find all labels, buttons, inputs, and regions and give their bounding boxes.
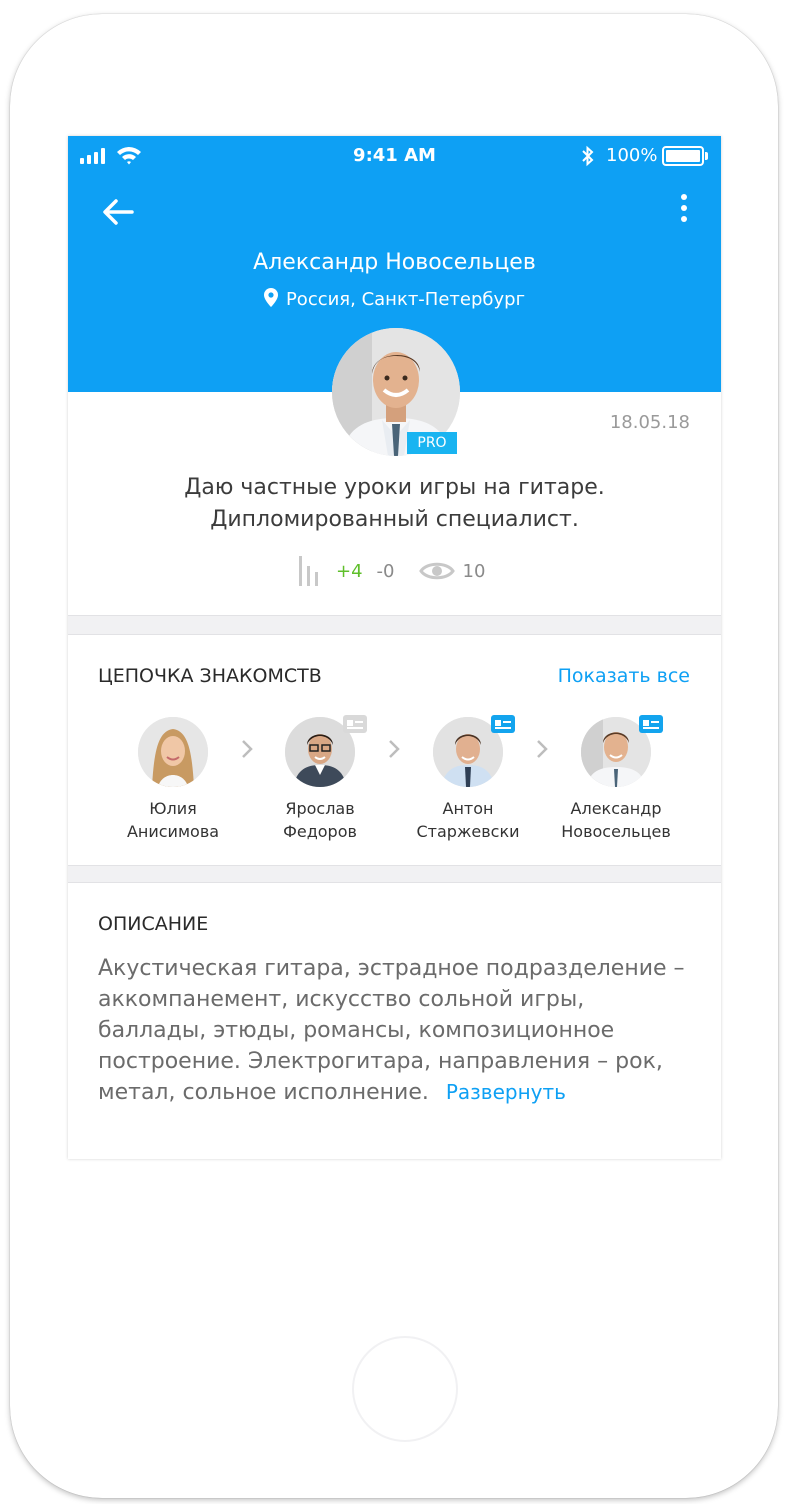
more-vertical-icon: [670, 194, 698, 222]
battery-percent: 100%: [606, 145, 658, 166]
description-text: Акустическая гитара, эстрадное подраздел…: [98, 953, 698, 1108]
location-pin-icon: [263, 288, 278, 307]
chevron-right-icon: [242, 740, 253, 758]
chain-person[interactable]: Ярослав Федоров: [255, 715, 385, 843]
bio-line: Дипломированный специалист.: [210, 507, 579, 532]
person-last-name: Новосельцев: [561, 822, 671, 841]
description-title: ОПИСАНИЕ: [98, 913, 209, 935]
person-name: Юлия Анисимова: [108, 797, 238, 843]
rating-bars-icon: [299, 556, 318, 586]
expand-link[interactable]: Развернуть: [446, 1080, 566, 1104]
profile-stats: +4 -0 10: [298, 554, 485, 588]
bluetooth-icon: [582, 145, 594, 167]
chain-title: ЦЕПОЧКА ЗНАКОМСТВ: [98, 665, 322, 687]
app-screen: 9:41 AM 100% Александр Новосельцев Росси…: [68, 136, 721, 1159]
eye-icon: [418, 562, 455, 580]
person-first-name: Ярослав: [285, 799, 355, 818]
arrow-left-icon: [103, 199, 134, 225]
person-first-name: Юлия: [149, 799, 197, 818]
acquaintance-chain-card: ЦЕПОЧКА ЗНАКОМСТВ Показать все Юлия Анис…: [68, 634, 721, 866]
description-body: Акустическая гитара, эстрадное подраздел…: [98, 956, 685, 1105]
bio-line: Даю частные уроки игры на гитаре.: [184, 475, 605, 500]
description-card: ОПИСАНИЕ Акустическая гитара, эстрадное …: [68, 882, 721, 1159]
avatar: [138, 717, 208, 787]
person-last-name: Федоров: [283, 822, 357, 841]
show-all-link[interactable]: Показать все: [558, 665, 690, 687]
person-name: Александр Новосельцев: [551, 797, 681, 843]
chain-person[interactable]: Александр Новосельцев: [551, 715, 681, 843]
person-first-name: Александр: [570, 799, 662, 818]
location-text: Россия, Санкт-Петербург: [285, 289, 526, 310]
profile-location: Россия, Санкт-Петербург: [68, 288, 721, 310]
rating-down: -0: [376, 560, 395, 582]
pro-badge: PRO: [407, 432, 457, 454]
profile-name: Александр Новосельцев: [253, 250, 536, 275]
rating-up: +4: [336, 560, 363, 582]
person-name: Ярослав Федоров: [255, 797, 385, 843]
avatar-woman-image: [138, 717, 208, 787]
home-button[interactable]: [352, 1336, 458, 1442]
more-options-button[interactable]: [670, 194, 698, 230]
id-card-icon: [491, 715, 515, 733]
back-button[interactable]: [100, 196, 136, 228]
person-first-name: Антон: [442, 799, 494, 818]
battery-tip: [705, 152, 708, 160]
profile-date: 18.05.18: [609, 412, 690, 433]
chain-person[interactable]: Антон Старжевски: [403, 715, 533, 843]
person-last-name: Анисимова: [126, 822, 220, 841]
person-name: Антон Старжевски: [403, 797, 533, 843]
id-card-icon: [639, 715, 663, 733]
profile-bio: Даю частные уроки игры на гитаре. Диплом…: [68, 472, 721, 536]
chain-person[interactable]: Юлия Анисимова: [108, 717, 238, 843]
battery-icon: [662, 146, 704, 166]
views-count: 10: [462, 560, 486, 582]
chevron-right-icon: [537, 740, 548, 758]
chevron-right-icon: [389, 740, 400, 758]
person-last-name: Старжевски: [416, 822, 520, 841]
status-bar: 9:41 AM 100%: [68, 136, 721, 176]
id-card-icon: [343, 715, 367, 733]
